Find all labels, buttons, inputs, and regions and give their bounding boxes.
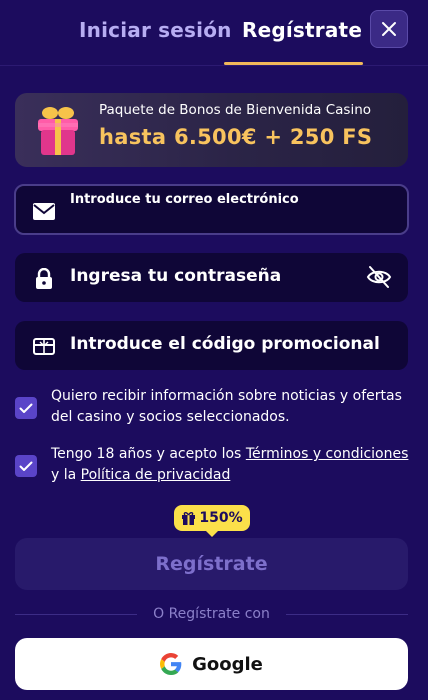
terms-link[interactable]: Términos y condiciones <box>246 446 409 462</box>
registration-page: Iniciar sesión Regístrate Paquete de Bon… <box>0 0 428 700</box>
close-icon <box>382 22 396 36</box>
google-signup-button[interactable]: Google <box>15 638 408 690</box>
promo-placeholder: Introduce el código promocional <box>70 334 380 354</box>
social-divider: O Regístrate con <box>15 606 408 622</box>
badge-text: 150% <box>199 510 243 526</box>
marketing-consent-text: Quiero recibir información sobre noticia… <box>51 388 402 425</box>
mail-icon <box>33 201 55 221</box>
bonus-title: Paquete de Bonos de Bienvenida Casino <box>99 102 372 118</box>
check-icon <box>19 461 33 471</box>
lock-icon <box>33 267 55 289</box>
eye-off-icon[interactable] <box>366 265 392 289</box>
password-field[interactable]: Ingresa tu contraseña <box>15 253 408 302</box>
email-field[interactable]: Introduce tu correo electrónico <box>14 184 409 235</box>
gift-icon <box>182 511 196 525</box>
bonus-percent-badge: 150% <box>174 505 250 537</box>
terms-mid: y la <box>51 467 81 483</box>
google-label: Google <box>192 653 263 675</box>
privacy-link[interactable]: Política de privacidad <box>81 467 231 483</box>
promo-code-field[interactable]: Introduce el código promocional <box>15 321 408 370</box>
active-tab-indicator <box>224 62 363 65</box>
check-icon <box>19 403 33 413</box>
email-placeholder: Introduce tu correo electrónico <box>70 192 299 207</box>
terms-consent-text: Tengo 18 años y acepto los Términos y co… <box>51 444 421 486</box>
tab-login[interactable]: Iniciar sesión <box>79 18 232 42</box>
close-button[interactable] <box>370 10 408 48</box>
marketing-checkbox[interactable] <box>15 397 37 419</box>
terms-prefix: Tengo 18 años y acepto los <box>51 446 246 462</box>
password-placeholder: Ingresa tu contraseña <box>70 266 282 286</box>
auth-tabs: Iniciar sesión Regístrate <box>0 0 428 66</box>
tab-register[interactable]: Regístrate <box>242 18 362 42</box>
google-icon <box>160 653 182 675</box>
welcome-bonus-banner: Paquete de Bonos de Bienvenida Casino ha… <box>15 93 408 167</box>
bonus-amount: hasta 6.500€ + 250 FS <box>99 125 373 149</box>
terms-checkbox[interactable] <box>15 455 37 477</box>
register-button[interactable]: Regístrate <box>15 538 408 590</box>
gift-icon <box>38 107 78 155</box>
divider-line-right <box>286 614 408 615</box>
ticket-icon <box>33 336 55 356</box>
